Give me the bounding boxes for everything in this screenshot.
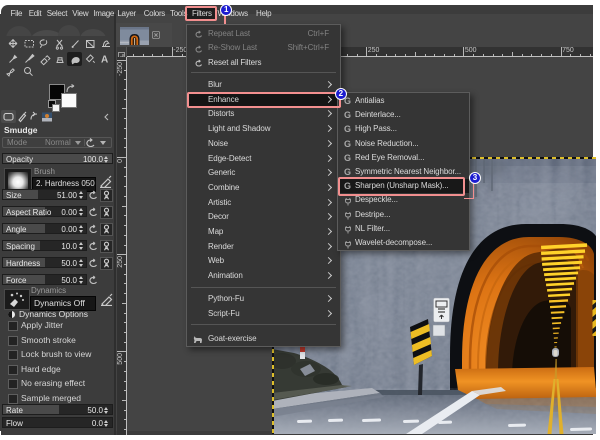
svg-text:A: A [101, 55, 108, 66]
